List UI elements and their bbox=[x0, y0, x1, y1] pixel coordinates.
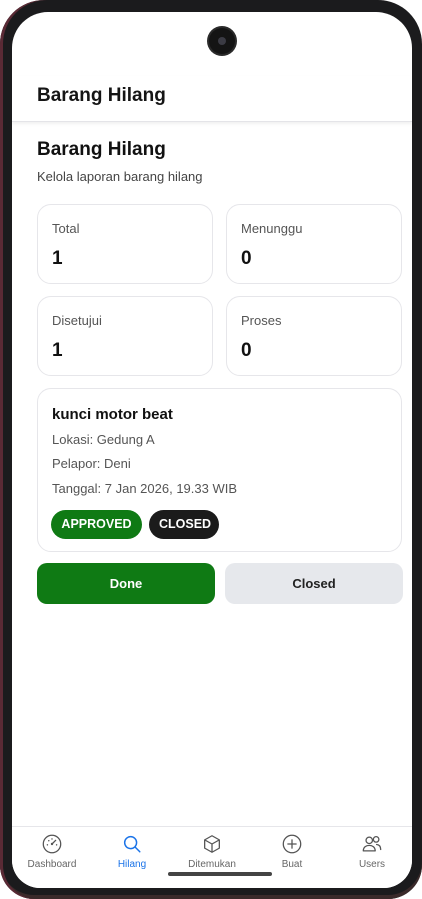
app-screen: Barang Hilang Barang Hilang Kelola lapor… bbox=[12, 12, 412, 888]
stat-label: Disetujui bbox=[52, 313, 102, 328]
stat-value: 1 bbox=[52, 340, 63, 361]
nav-item-dashboard[interactable]: Dashboard bbox=[12, 833, 92, 870]
stat-value: 0 bbox=[241, 340, 252, 361]
users-icon bbox=[362, 836, 382, 852]
nav-item-ditemukan[interactable]: Ditemukan bbox=[172, 833, 252, 870]
done-button[interactable]: Done bbox=[37, 563, 215, 604]
nav-label-hilang: Hilang bbox=[117, 859, 147, 870]
status-badge-closed: CLOSED bbox=[149, 510, 219, 539]
stat-label: Total bbox=[52, 221, 80, 236]
stat-value: 1 bbox=[52, 248, 63, 269]
nav-item-buat[interactable]: Buat bbox=[252, 833, 332, 870]
box-icon bbox=[204, 835, 220, 853]
stat-card-proses: Proses 0 bbox=[226, 296, 402, 376]
nav-label-ditemukan: Ditemukan bbox=[188, 859, 236, 870]
closed-button[interactable]: Closed bbox=[225, 563, 403, 604]
app-bar-title: Barang Hilang bbox=[37, 85, 166, 106]
search-icon bbox=[123, 835, 141, 853]
page-subtitle: Kelola laporan barang hilang bbox=[37, 169, 203, 184]
stat-card-disetujui: Disetujui 1 bbox=[37, 296, 213, 376]
item-title: kunci motor beat bbox=[52, 406, 173, 423]
nav-label-dashboard: Dashboard bbox=[27, 859, 77, 870]
plus-circle-icon bbox=[282, 834, 302, 854]
app-bar: Barang Hilang bbox=[12, 76, 412, 122]
item-date: Tanggal: 7 Jan 2026, 19.33 WIB bbox=[52, 481, 238, 496]
stat-card-total: Total 1 bbox=[37, 204, 213, 284]
dashboard-gauge-icon bbox=[42, 834, 62, 854]
stat-label: Proses bbox=[241, 313, 282, 328]
lost-item-card[interactable]: kunci motor beat Lokasi: Gedung A Pelapo… bbox=[37, 388, 402, 552]
home-indicator[interactable] bbox=[168, 872, 272, 876]
bottom-navigation: Dashboard Hilang Ditemukan Buat Users bbox=[12, 826, 412, 888]
stat-label: Menunggu bbox=[241, 221, 303, 236]
front-camera bbox=[209, 28, 235, 54]
page-title: Barang Hilang bbox=[37, 139, 166, 160]
nav-label-users: Users bbox=[358, 859, 386, 870]
item-location: Lokasi: Gedung A bbox=[52, 432, 155, 447]
nav-item-users[interactable]: Users bbox=[332, 833, 412, 870]
item-reporter: Pelapor: Deni bbox=[52, 456, 131, 471]
nav-item-hilang[interactable]: Hilang bbox=[92, 833, 172, 870]
status-badge-approved: APPROVED bbox=[51, 510, 142, 539]
stat-value: 0 bbox=[241, 248, 252, 269]
nav-label-buat: Buat bbox=[281, 859, 303, 870]
stat-card-menunggu: Menunggu 0 bbox=[226, 204, 402, 284]
